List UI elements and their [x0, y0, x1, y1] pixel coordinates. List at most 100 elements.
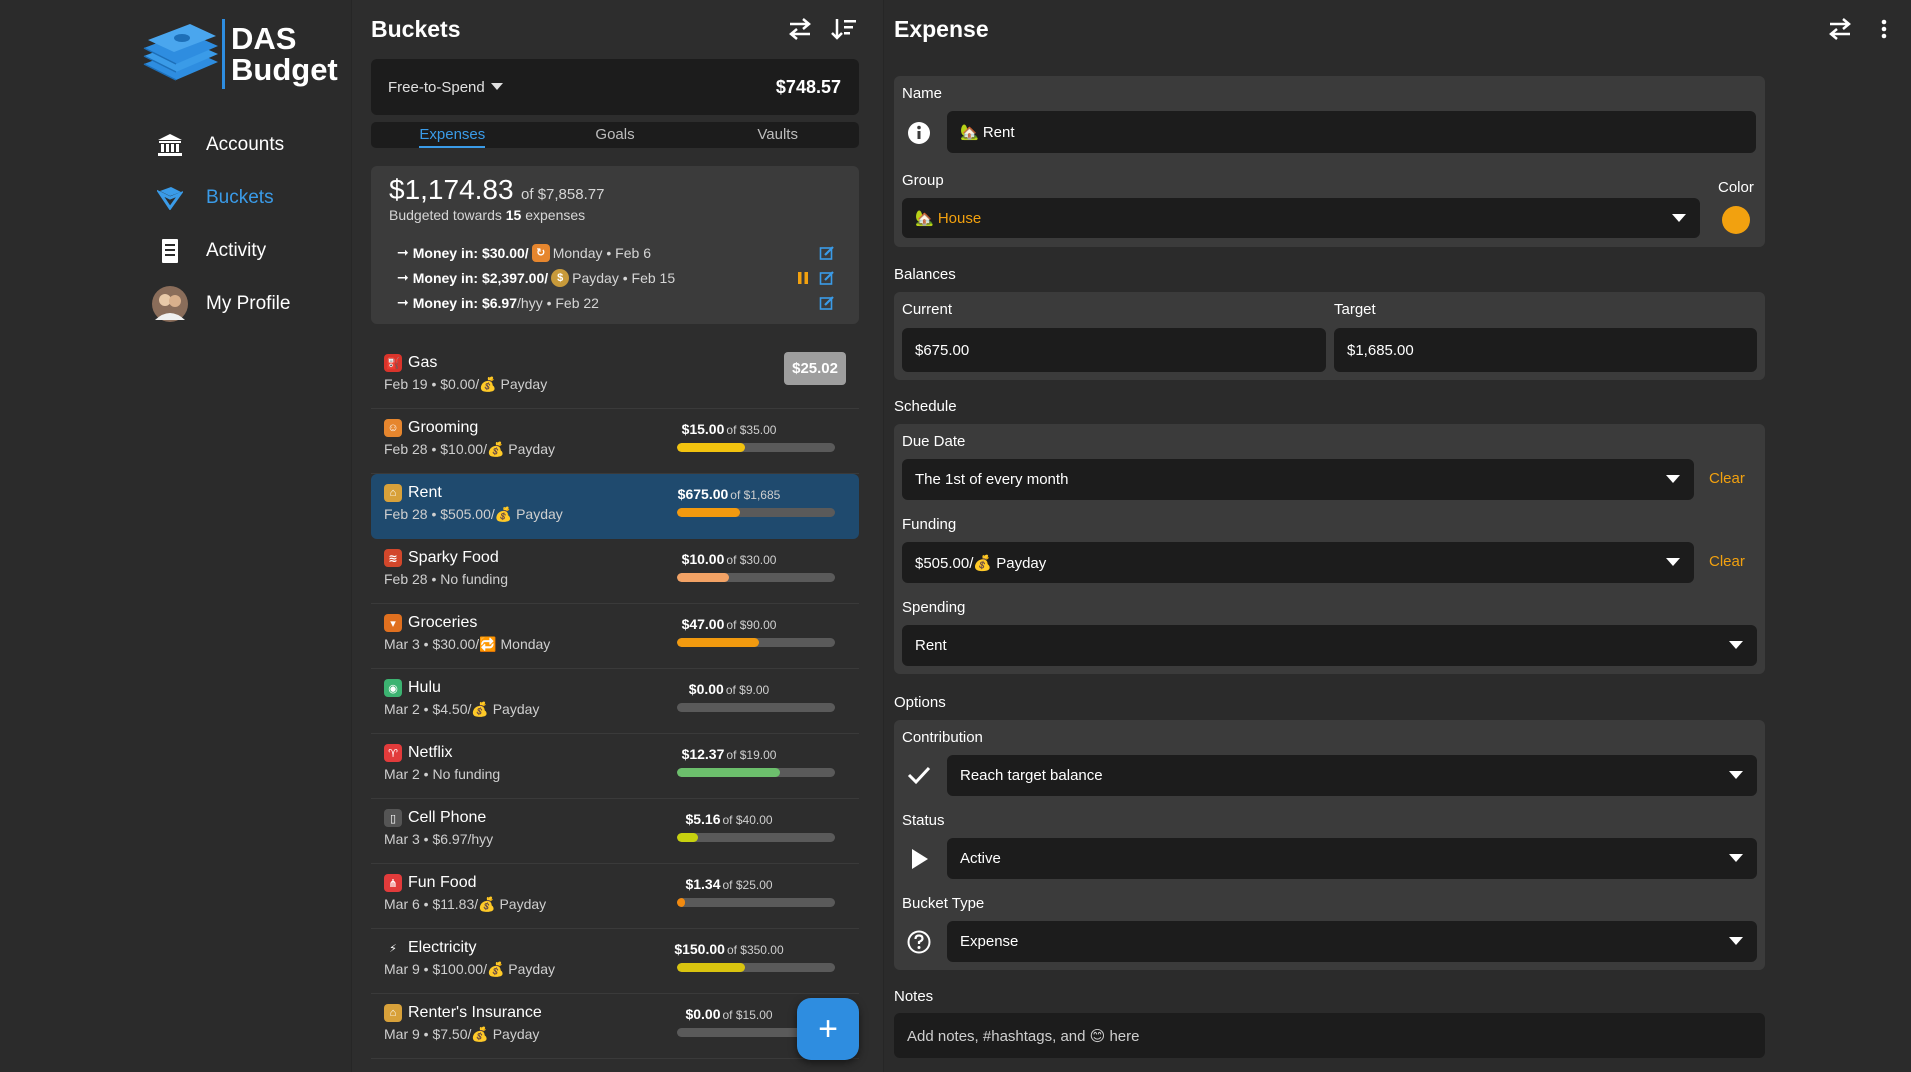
- bucket-row[interactable]: ▾ Groceries Mar 3 • $30.00/🔁 Monday $47.00 o…: [371, 604, 859, 669]
- page-title: Buckets: [371, 15, 461, 42]
- bucket-amount: $0.00 of $9.00: [688, 681, 770, 697]
- arrow-right-icon: ➞: [397, 294, 409, 310]
- bucket-row[interactable]: ▯ Cell Phone Mar 3 • $6.97/hyy $5.16 of $40.…: [371, 799, 859, 864]
- target-balance-field[interactable]: $1,685.00: [1334, 328, 1757, 372]
- money-in-item: ➞ Money in: $2,397.00/ $ Payday • Feb 15: [389, 265, 841, 290]
- bank-icon: [150, 125, 190, 165]
- clear-funding-button[interactable]: Clear: [1709, 553, 1745, 570]
- bucket-name: ⛽ Gas: [384, 354, 437, 372]
- free-to-spend-label: Free-to-Spend: [388, 78, 485, 96]
- bucket-row[interactable]: ♈ Netflix Mar 2 • No funding $12.37 of $19.0…: [371, 734, 859, 799]
- bucket-row[interactable]: ⚡ Electricity Mar 9 • $100.00/💰 Payday $150…: [371, 929, 859, 994]
- bucket-progress-fill: [677, 508, 741, 517]
- nav-item-my-profile[interactable]: My Profile: [150, 277, 290, 330]
- calendar-icon: ↻: [531, 243, 550, 262]
- current-balance-field[interactable]: $675.00: [902, 328, 1326, 372]
- balances-label: Balances: [894, 266, 956, 283]
- bucket-name: ♈ Netflix: [384, 744, 452, 762]
- bucket-amount: $47.00 of $90.00: [681, 616, 777, 632]
- tab-goals[interactable]: Goals: [534, 122, 697, 148]
- bucket-subtitle: Mar 9 • $7.50/💰 Payday: [384, 1026, 540, 1042]
- expense-panel: Expense Name 🏡 Rent Group Color 🏡 House …: [883, 0, 1911, 1072]
- help-icon[interactable]: [906, 929, 932, 955]
- expense-header: Expense: [894, 14, 1899, 44]
- current-label: Current: [902, 301, 953, 318]
- chevron-down-icon: [1729, 937, 1743, 945]
- bucket-name: ▯ Cell Phone: [384, 809, 486, 827]
- contribution-select[interactable]: Reach target balance: [947, 755, 1757, 796]
- bacon-icon: ≋: [384, 549, 402, 567]
- funding-select[interactable]: $505.00/💰 Payday: [902, 542, 1694, 583]
- check-icon: [906, 762, 932, 788]
- bucket-row[interactable]: ⌂ Renter's Insurance Mar 9 • $7.50/💰 Payda…: [371, 994, 859, 1059]
- free-to-spend-selector[interactable]: Free-to-Spend $748.57: [371, 59, 859, 115]
- bucket-name: ☺ Grooming: [384, 419, 478, 437]
- sort-icon[interactable]: [829, 14, 859, 44]
- bucket-subtitle: Feb 28 • $505.00/💰 Payday: [384, 506, 563, 522]
- arrow-right-icon: ➞: [397, 269, 409, 285]
- bucket-progress-bar: [677, 833, 835, 842]
- nav-item-activity[interactable]: Activity: [150, 224, 290, 277]
- carrot-icon: ▾: [384, 614, 402, 632]
- notes-input[interactable]: Add notes, #hashtags, and 😊 here: [894, 1013, 1765, 1058]
- name-group-card: Name 🏡 Rent Group Color 🏡 House: [894, 76, 1765, 247]
- nav-item-accounts[interactable]: Accounts: [150, 118, 290, 171]
- notes-label: Notes: [894, 988, 934, 1005]
- bucket-subtitle: Mar 2 • $4.50/💰 Payday: [384, 701, 540, 717]
- bucket-amount: $10.00 of $30.00: [681, 551, 777, 567]
- bucket-subtitle: Feb 19 • $0.00/💰 Payday: [384, 376, 548, 392]
- clear-due-date-button[interactable]: Clear: [1709, 470, 1745, 487]
- tab-expenses[interactable]: Expenses: [371, 122, 534, 148]
- target-label: Target: [1334, 301, 1376, 318]
- group-select[interactable]: 🏡 House: [902, 198, 1700, 238]
- budgeted-towards: Budgeted towards 15 expenses: [389, 207, 586, 223]
- bucket-row[interactable]: ⋔ Fun Food Mar 6 • $11.83/💰 Payday $1.34 of …: [371, 864, 859, 929]
- netflix-icon: ♈: [384, 744, 402, 762]
- bucket-progress-bar: [677, 573, 835, 582]
- balances-card: Current $675.00 Target $1,685.00: [894, 292, 1765, 380]
- bucket-name: ⌂ Rent: [384, 484, 442, 502]
- lightning-icon: ⚡: [389, 942, 397, 955]
- bucket-progress-fill: [677, 573, 730, 582]
- bucket-amount: $675.00 of $1,685: [677, 486, 781, 502]
- name-field[interactable]: 🏡 Rent: [947, 111, 1756, 153]
- bucket-amount: $1.34 of $25.00: [685, 876, 773, 892]
- receipt-icon: [150, 231, 190, 271]
- bucket-progress-fill: [677, 768, 780, 777]
- nav-item-buckets[interactable]: Buckets: [150, 171, 290, 224]
- bucket-progress-bar: [677, 898, 835, 907]
- app-logo[interactable]: DAS Budget: [140, 18, 338, 90]
- avatar: [150, 284, 190, 324]
- info-icon[interactable]: [906, 120, 932, 146]
- status-select[interactable]: Active: [947, 838, 1757, 879]
- due-date-select[interactable]: The 1st of every month: [902, 459, 1694, 500]
- add-bucket-button[interactable]: +: [797, 998, 859, 1060]
- bucket-progress-fill: [677, 638, 760, 647]
- bucket-row[interactable]: ☺ Grooming Feb 28 • $10.00/💰 Payday $15.00 o…: [371, 409, 859, 474]
- bucket-progress-fill: [677, 898, 685, 907]
- bucket-row[interactable]: ◉ Hulu Mar 2 • $4.50/💰 Payday $0.00 of $9.00: [371, 669, 859, 734]
- edit-icon[interactable]: [819, 270, 835, 286]
- bucket-row[interactable]: ⌂ Rent Feb 28 • $505.00/💰 Payday $675.00 of …: [371, 474, 859, 539]
- color-swatch[interactable]: [1722, 206, 1750, 234]
- page-title: Expense: [894, 15, 989, 42]
- spending-select[interactable]: Rent: [902, 625, 1757, 666]
- bucket-row[interactable]: ⛽ Gas Feb 19 • $0.00/💰 Payday $25.02: [371, 344, 859, 409]
- budgeted-amount: $1,174.83: [389, 174, 514, 205]
- bucket-row[interactable]: ≋ Sparky Food Feb 28 • No funding $10.00 of …: [371, 539, 859, 604]
- due-date-value: The 1st of every month: [915, 471, 1069, 488]
- options-card: Contribution Reach target balance Status…: [894, 720, 1765, 970]
- bucket-type-select[interactable]: Expense: [947, 921, 1757, 962]
- tab-vaults[interactable]: Vaults: [696, 122, 859, 148]
- transfer-icon[interactable]: [1825, 14, 1855, 44]
- bucket-subtitle: Feb 28 • No funding: [384, 571, 508, 587]
- money-in-list: ➞ Money in: $30.00/ ↻ Monday • Feb 6 ➞ M…: [389, 240, 841, 315]
- transfer-icon[interactable]: [785, 14, 815, 44]
- bucket-amount: $150.00 of $350.00: [674, 941, 784, 957]
- more-vert-icon[interactable]: [1869, 14, 1899, 44]
- pause-icon[interactable]: [797, 271, 809, 285]
- edit-icon[interactable]: [819, 295, 835, 311]
- edit-icon[interactable]: [819, 245, 835, 261]
- due-date-label: Due Date: [902, 433, 966, 450]
- budget-summary: $1,174.83 of $7,858.77 Budgeted towards …: [371, 166, 859, 324]
